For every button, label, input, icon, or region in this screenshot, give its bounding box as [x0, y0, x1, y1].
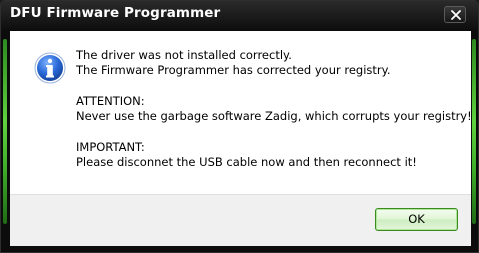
ok-button[interactable]: OK [375, 208, 458, 231]
message-line: The driver was not installed correctly. [76, 48, 292, 62]
dialog-window: DFU Firmware Programmer The driver was n… [0, 0, 479, 253]
dialog-body: The driver was not installed correctly. … [10, 31, 472, 246]
window-title: DFU Firmware Programmer [10, 5, 221, 21]
frame-accent-right [472, 39, 476, 224]
close-icon [451, 10, 461, 20]
attention-heading: ATTENTION: [76, 94, 145, 108]
important-heading: IMPORTANT: [76, 140, 145, 154]
frame-accent-left [3, 39, 7, 224]
message-text: The driver was not installed correctly. … [76, 48, 472, 170]
title-bar[interactable]: DFU Firmware Programmer [1, 1, 478, 30]
message-line: Never use the garbage software Zadig, wh… [76, 109, 472, 123]
info-icon [34, 52, 66, 84]
message-line: Please disconnet the USB cable now and t… [76, 155, 417, 169]
close-button[interactable] [444, 6, 466, 23]
message-line: The Firmware Programmer has corrected yo… [76, 63, 391, 77]
